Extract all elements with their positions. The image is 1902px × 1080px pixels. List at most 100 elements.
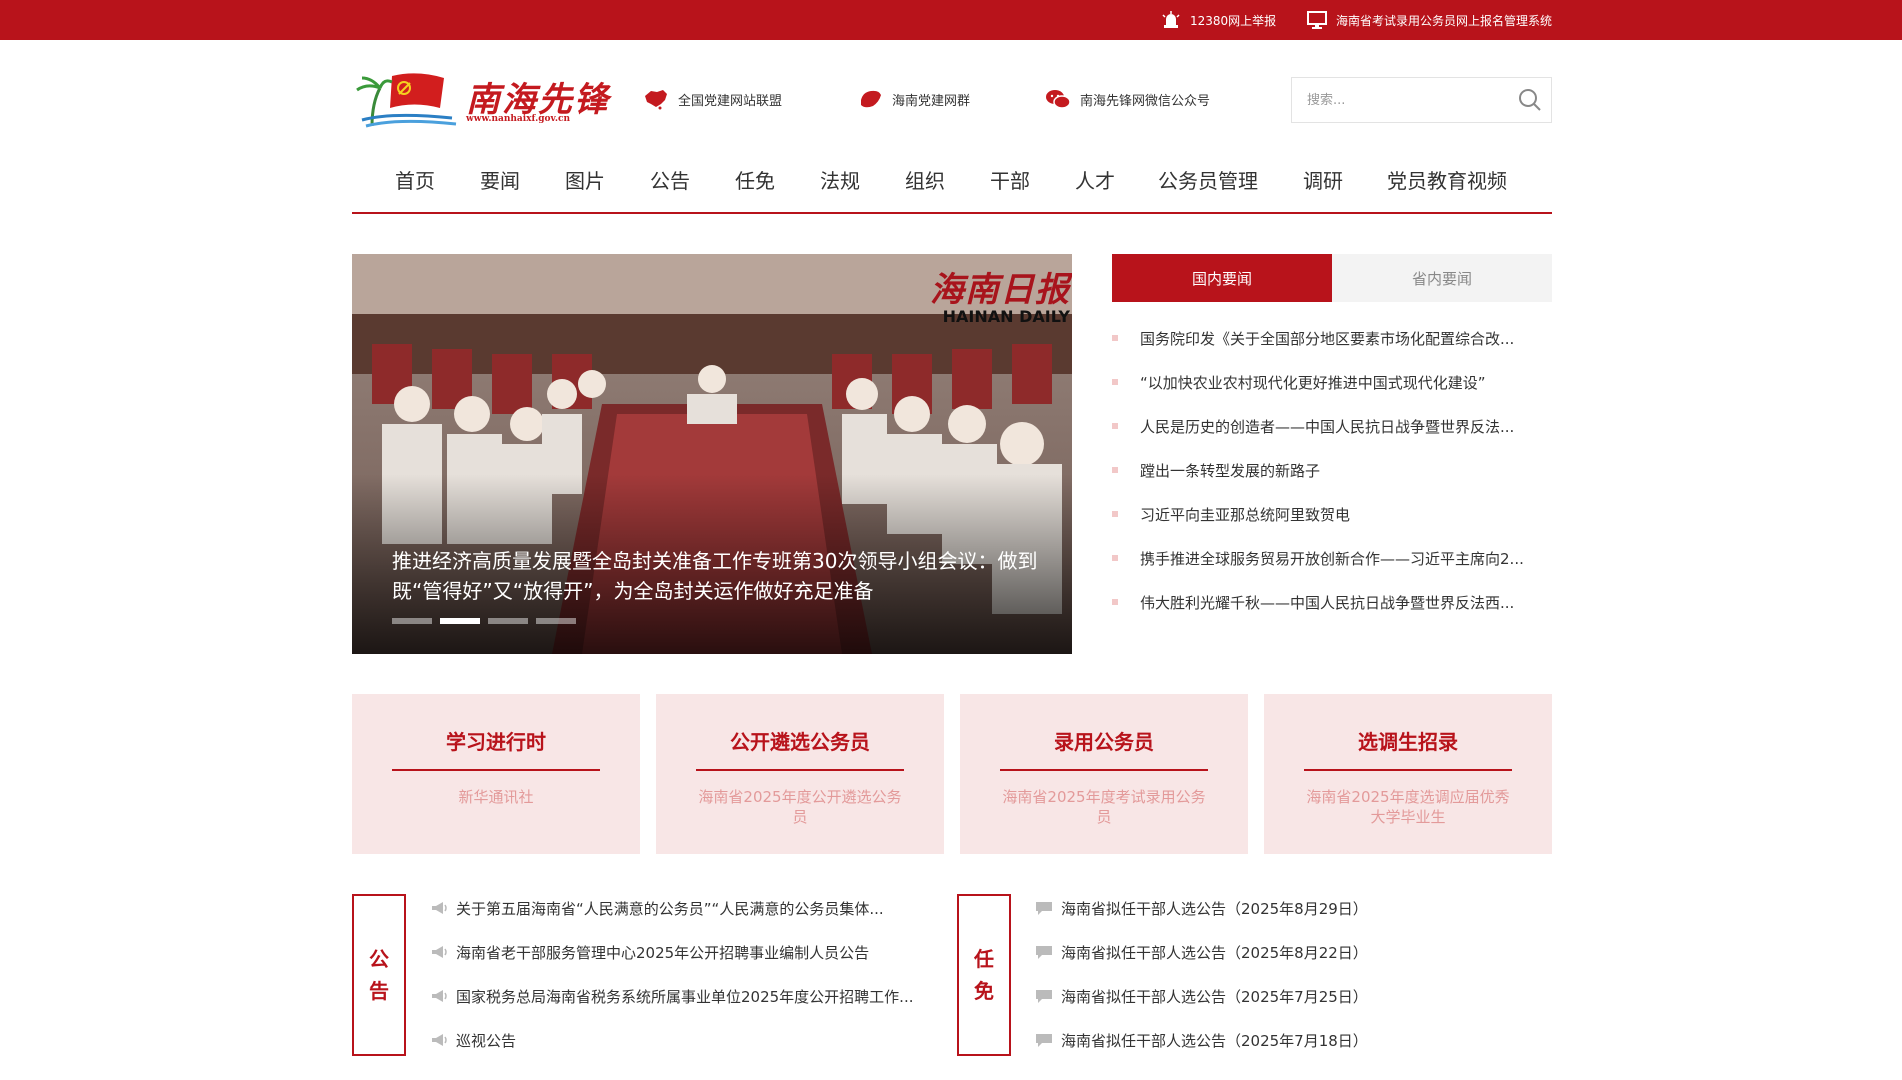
comment-icon [1035,944,1053,960]
slider-dot-active[interactable] [440,618,480,624]
slider-dot[interactable] [488,618,528,624]
appointment-item[interactable]: 海南省拟任干部人选公告（2025年7月25日） [1035,974,1555,1018]
card-civil-servant-selection[interactable]: 公开遴选公务员 海南省2025年度公开遴选公务员 [656,694,944,854]
news-item[interactable]: 伟大胜利光耀千秋——中国人民抗日战争暨世界反法西... [1112,580,1552,624]
nav-item-talent[interactable]: 人才 [1075,165,1115,194]
nav-item-organization[interactable]: 组织 [905,165,945,194]
appointments-label[interactable]: 任 免 [957,894,1011,1056]
announcement-item[interactable]: 海南省老干部服务管理中心2025年公开招聘事业编制人员公告 [430,930,940,974]
exam-system-link-label: 海南省考试录用公务员网上报名管理系统 [1336,13,1553,28]
tab-provincial-news[interactable]: 省内要闻 [1332,254,1552,302]
nav-item-news[interactable]: 要闻 [480,165,520,194]
search-input[interactable] [1292,78,1507,122]
comment-icon [1035,900,1053,916]
bullet-icon [1112,335,1118,341]
nav-item-regulations[interactable]: 法规 [820,165,860,194]
hainan-party-network-link[interactable]: 海南党建网群 [856,86,970,112]
announcement-item[interactable]: 关于第五届海南省“人民满意的公务员”“人民满意的公务员集体... [430,886,940,930]
slider-dot[interactable] [392,618,432,624]
news-item[interactable]: 蹚出一条转型发展的新路子 [1112,448,1552,492]
bullet-icon [1112,379,1118,385]
news-item[interactable]: “以加快农业农村现代化更好推进中国式现代化建设” [1112,360,1552,404]
card-desc: 海南省2025年度考试录用公务员 [1002,788,1206,826]
card-title: 公开遴选公务员 [730,730,870,754]
appointment-item[interactable]: 海南省拟任干部人选公告（2025年8月29日） [1035,886,1555,930]
megaphone-icon [430,944,448,960]
bullet-icon [1112,555,1118,561]
card-desc: 海南省2025年度公开遴选公务员 [698,788,902,826]
card-selected-graduates[interactable]: 选调生招录 海南省2025年度选调应届优秀大学毕业生 [1264,694,1552,854]
announcement-item[interactable]: 国家税务总局海南省税务系统所属事业单位2025年度公开招聘工作... [430,974,940,1018]
card-title: 选调生招录 [1358,730,1458,754]
card-study[interactable]: 学习进行时 新华通讯社 [352,694,640,854]
appointment-item[interactable]: 海南省拟任干部人选公告（2025年7月18日） [1035,1018,1555,1062]
appointments-label-bottom: 免 [974,979,994,1003]
hainan-daily-watermark: 海南日报 HAINAN DAILY [930,262,1070,326]
hainan-map-icon [856,87,884,111]
card-title: 学习进行时 [446,730,546,754]
tab-domestic-news[interactable]: 国内要闻 [1112,254,1332,302]
megaphone-icon [430,900,448,916]
logo-url: www.nanhaixf.gov.cn [466,114,571,124]
china-map-icon [642,87,670,111]
announcements-list: 关于第五届海南省“人民满意的公务员”“人民满意的公务员集体... 海南省老干部服… [430,886,940,1062]
nav-item-civil-servant-management[interactable]: 公务员管理 [1158,165,1258,194]
appointments-label-top: 任 [974,947,994,971]
party-flag-logo-icon [356,73,457,128]
comment-icon [1035,1032,1053,1048]
news-list: 国务院印发《关于全国部分地区要素市场化配置综合改... “以加快农业农村现代化更… [1112,316,1552,624]
nav-item-research[interactable]: 调研 [1303,165,1343,194]
card-divider [1304,769,1512,771]
news-tabs: 国内要闻 省内要闻 [1112,254,1552,302]
megaphone-icon [430,988,448,1004]
bullet-icon [1112,599,1118,605]
card-divider [392,769,600,771]
appointments-list: 海南省拟任干部人选公告（2025年8月29日） 海南省拟任干部人选公告（2025… [1035,886,1555,1062]
slider-dot[interactable] [536,618,576,624]
watermark-en: HAINAN DAILY [942,307,1070,326]
hainan-party-network-label: 海南党建网群 [892,93,971,109]
bullet-icon [1112,423,1118,429]
search-box [1291,77,1552,123]
news-item[interactable]: 人民是历史的创造者——中国人民抗日战争暨世界反法... [1112,404,1552,448]
news-item[interactable]: 习近平向圭亚那总统阿里致贺电 [1112,492,1552,536]
slide-caption[interactable]: 推进经济高质量发展暨全岛封关准备工作专班第30次领导小组会议：做到既“管得好”又… [392,546,1042,606]
party-website-alliance-label: 全国党建网站联盟 [678,93,783,109]
alarm-icon [1160,9,1182,31]
news-item[interactable]: 携手推进全球服务贸易开放创新合作——习近平主席向2... [1112,536,1552,580]
card-desc: 新华通讯社 [458,788,534,806]
card-title: 录用公务员 [1054,730,1154,754]
appointment-item[interactable]: 海南省拟任干部人选公告（2025年8月22日） [1035,930,1555,974]
nav-item-home[interactable]: 首页 [395,165,435,194]
site-logo[interactable]: 南海先锋 www.nanhaixf.gov.cn [352,68,608,130]
nav-item-photos[interactable]: 图片 [565,165,605,194]
nav-item-party-education-video[interactable]: 党员教育视频 [1387,165,1507,194]
photo-slider[interactable]: 海南日报 HAINAN DAILY 推进经济高质量发展暨全岛封关准备工作专班第3… [352,254,1072,654]
nav-item-announcements[interactable]: 公告 [650,165,690,194]
watermark-cn: 海南日报 [930,270,1070,310]
news-item[interactable]: 国务院印发《关于全国部分地区要素市场化配置综合改... [1112,316,1552,360]
comment-icon [1035,988,1053,1004]
card-divider [1000,769,1208,771]
monitor-icon [1306,9,1328,31]
card-desc: 海南省2025年度选调应届优秀大学毕业生 [1306,788,1510,826]
card-divider [696,769,904,771]
bullet-icon [1112,511,1118,517]
slider-dots [392,618,576,624]
megaphone-icon [430,1032,448,1048]
main-nav: 首页 要闻 图片 公告 任免 法规 组织 干部 人才 公务员管理 调研 党员教育… [352,156,1552,214]
wechat-icon [1044,87,1072,111]
party-website-alliance-link[interactable]: 全国党建网站联盟 [642,86,782,112]
announcement-item[interactable]: 巡视公告 [430,1018,940,1062]
wechat-account-label: 南海先锋网微信公众号 [1080,93,1211,109]
nav-item-appointments[interactable]: 任免 [735,165,775,194]
exam-system-link[interactable]: 海南省考试录用公务员网上报名管理系统 [1306,0,1552,40]
announcements-label-top: 公 [369,947,389,971]
announcements-label[interactable]: 公 告 [352,894,406,1056]
report-link[interactable]: 12380网上举报 [1160,0,1276,40]
search-icon[interactable] [1517,87,1543,113]
wechat-account-link[interactable]: 南海先锋网微信公众号 [1044,86,1210,112]
report-link-label: 12380网上举报 [1190,13,1277,28]
nav-item-cadres[interactable]: 干部 [990,165,1030,194]
card-civil-servant-recruitment[interactable]: 录用公务员 海南省2025年度考试录用公务员 [960,694,1248,854]
